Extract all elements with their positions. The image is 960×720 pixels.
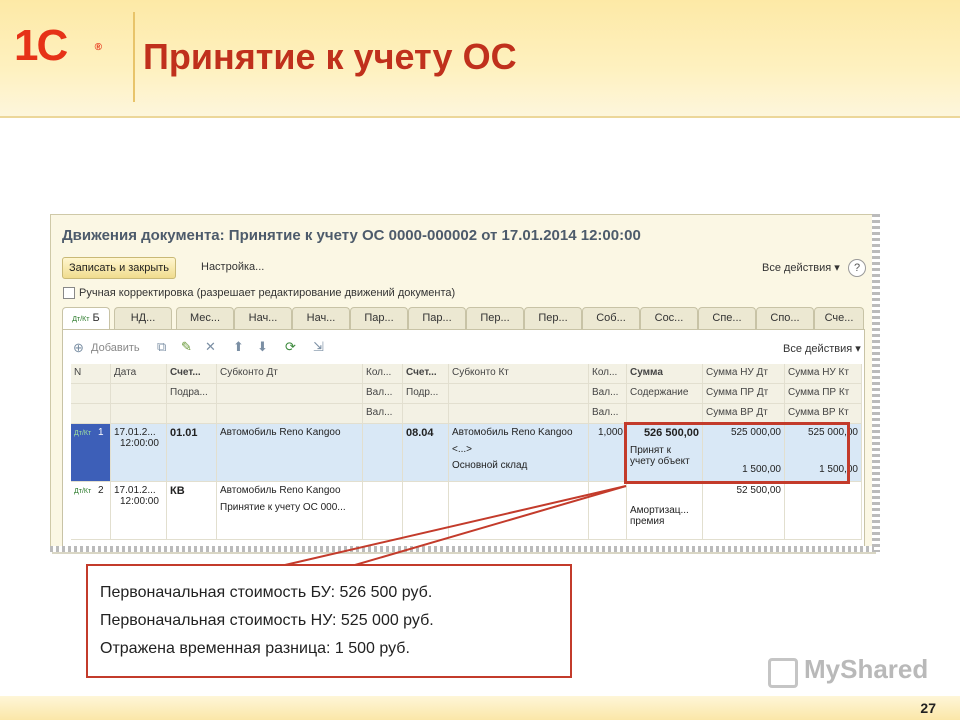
callout-line-difference: Отражена временная разница: 1 500 руб. (100, 640, 410, 657)
watermark-text: MyShared (804, 654, 929, 684)
callout-line-nu: Первоначальная стоимость НУ: 525 000 руб… (100, 612, 434, 629)
slide-footer (0, 696, 960, 720)
connector-line (284, 485, 627, 566)
connector-line (354, 485, 627, 566)
explanation-callout: Первоначальная стоимость БУ: 526 500 руб… (86, 564, 572, 678)
watermark-icon (768, 658, 798, 688)
page-number: 27 (920, 700, 936, 716)
callout-line-bu: Первоначальная стоимость БУ: 526 500 руб… (100, 584, 433, 601)
